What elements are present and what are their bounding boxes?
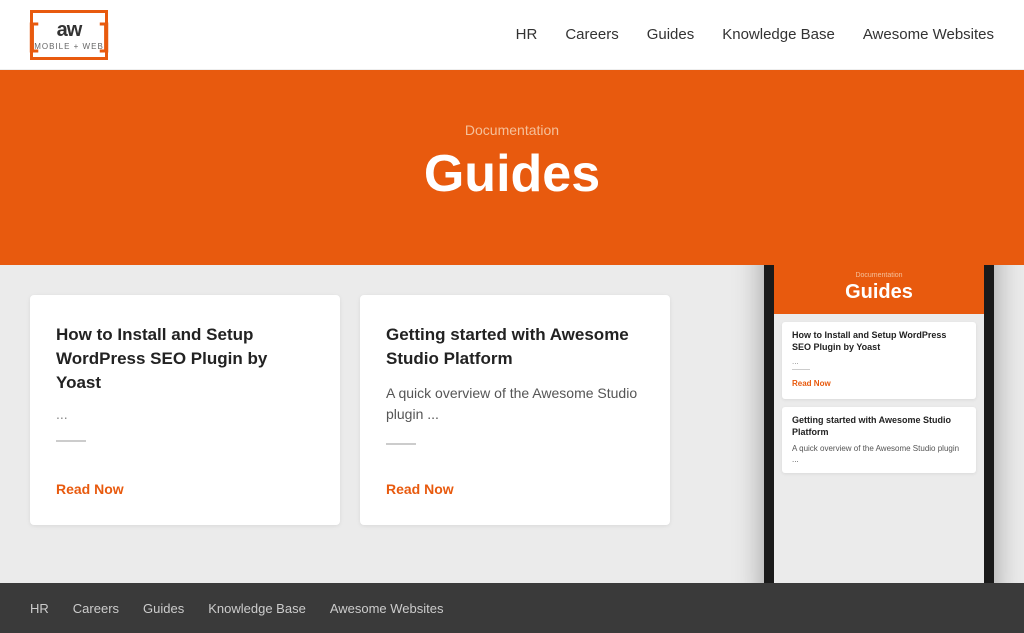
- nav-careers[interactable]: Careers: [565, 26, 618, 43]
- card-2-divider: [386, 443, 416, 445]
- phone-card-1-read-now[interactable]: Read Now: [792, 379, 831, 388]
- card-1-ellipsis: ...: [56, 406, 314, 422]
- hero-subtitle: Documentation: [465, 122, 559, 138]
- footer-hr[interactable]: HR: [30, 601, 49, 616]
- phone-card-1-title: How to Install and Setup WordPress SEO P…: [792, 330, 966, 353]
- card-2-read-now[interactable]: Read Now: [386, 481, 644, 497]
- phone-card-1-ellipsis: ...: [792, 357, 966, 366]
- phone-card-1: How to Install and Setup WordPress SEO P…: [782, 322, 976, 399]
- card-1-title: How to Install and Setup WordPress SEO P…: [56, 323, 314, 394]
- phone-mockup: aw MOBILE + WEB ≡ Documentation Guides H…: [764, 265, 994, 583]
- nav-knowledge-base[interactable]: Knowledge Base: [722, 26, 835, 43]
- phone-hero: Documentation Guides: [774, 265, 984, 314]
- phone-card-2-desc: A quick overview of the Awesome Studio p…: [792, 443, 966, 465]
- hero-title: Guides: [424, 144, 600, 204]
- nav-guides[interactable]: Guides: [647, 26, 695, 43]
- footer-guides[interactable]: Guides: [143, 601, 184, 616]
- logo[interactable]: aw MOBILE + WEB: [30, 10, 108, 60]
- card-2-title: Getting started with Awesome Studio Plat…: [386, 323, 644, 371]
- footer-careers[interactable]: Careers: [73, 601, 119, 616]
- card-2-description: A quick overview of the Awesome Studio p…: [386, 383, 644, 425]
- phone-hero-title: Guides: [780, 281, 978, 304]
- card-1-read-now[interactable]: Read Now: [56, 481, 314, 497]
- nav-awesome-websites[interactable]: Awesome Websites: [863, 26, 994, 43]
- site-footer: HR Careers Guides Knowledge Base Awesome…: [0, 583, 1024, 633]
- phone-card-2: Getting started with Awesome Studio Plat…: [782, 407, 976, 473]
- logo-aw-text: aw: [57, 19, 82, 42]
- card-1-divider: [56, 440, 86, 442]
- card-1: How to Install and Setup WordPress SEO P…: [30, 295, 340, 525]
- card-2: Getting started with Awesome Studio Plat…: [360, 295, 670, 525]
- main-content: How to Install and Setup WordPress SEO P…: [0, 265, 1024, 583]
- hero-section: Documentation Guides: [0, 70, 1024, 265]
- footer-knowledge-base[interactable]: Knowledge Base: [208, 601, 306, 616]
- footer-awesome-websites[interactable]: Awesome Websites: [330, 601, 444, 616]
- phone-hero-subtitle: Documentation: [780, 272, 978, 279]
- header-nav: HR Careers Guides Knowledge Base Awesome…: [516, 26, 994, 43]
- phone-card-2-title: Getting started with Awesome Studio Plat…: [792, 415, 966, 438]
- phone-card-1-divider: [792, 369, 810, 370]
- logo-box: aw MOBILE + WEB: [30, 10, 108, 60]
- site-header: aw MOBILE + WEB HR Careers Guides Knowle…: [0, 0, 1024, 70]
- logo-sub-text: MOBILE + WEB: [34, 42, 104, 51]
- phone-screen: aw MOBILE + WEB ≡ Documentation Guides H…: [774, 265, 984, 583]
- nav-hr[interactable]: HR: [516, 26, 538, 43]
- phone-content: How to Install and Setup WordPress SEO P…: [774, 314, 984, 583]
